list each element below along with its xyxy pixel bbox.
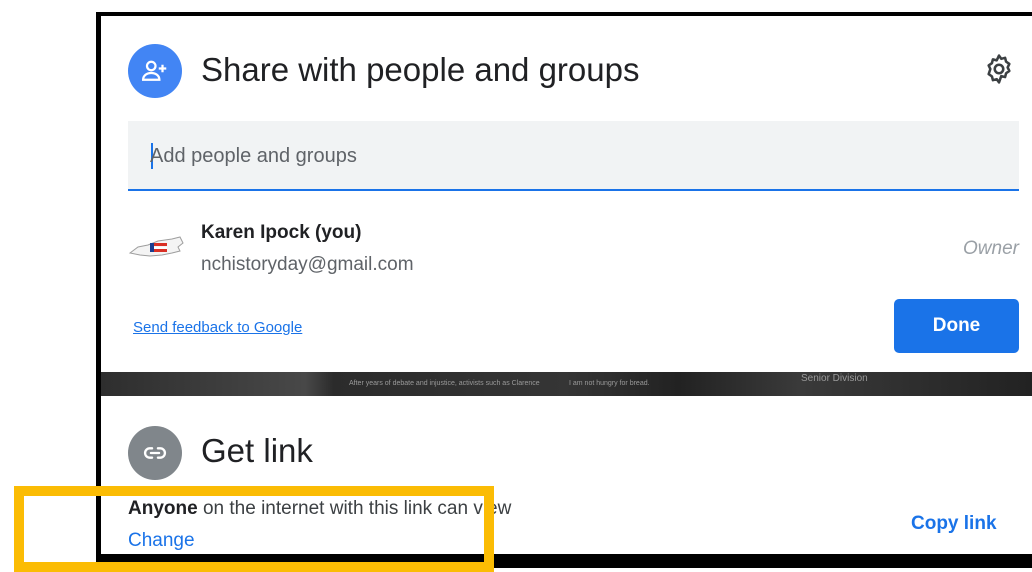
add-people-field[interactable]	[128, 121, 1019, 191]
get-link-dialog: Get link Anyone on the internet with thi…	[101, 396, 1032, 554]
settings-button[interactable]	[979, 51, 1019, 91]
person-email: nchistoryday@gmail.com	[201, 254, 414, 275]
access-detail: on the internet with this link can view	[202, 498, 512, 519]
person-name: Karen Ipock (you)	[201, 222, 362, 243]
gear-icon	[982, 52, 1016, 91]
send-feedback-link[interactable]: Send feedback to Google	[133, 319, 302, 336]
link-access-description: Anyone on the internet with this link ca…	[128, 498, 511, 520]
person-add-icon	[128, 44, 182, 98]
avatar	[128, 231, 186, 261]
background-text: Senior Division	[801, 373, 868, 384]
person-role: Owner	[963, 238, 1019, 259]
change-access-link[interactable]: Change	[128, 530, 195, 552]
copy-link-button[interactable]: Copy link	[911, 513, 997, 535]
access-scope: Anyone	[128, 498, 198, 519]
share-dialog-title: Share with people and groups	[201, 51, 640, 88]
get-link-title: Get link	[201, 432, 313, 469]
person-row: Karen Ipock (you) nchistoryday@gmail.com…	[128, 216, 1019, 286]
add-people-input[interactable]	[150, 139, 990, 173]
link-icon	[128, 426, 182, 480]
done-button[interactable]: Done	[894, 299, 1019, 353]
background-document-strip: After years of debate and injustice, act…	[101, 372, 1032, 396]
background-text: I am not hungry for bread.	[569, 380, 650, 387]
background-text: After years of debate and injustice, act…	[349, 380, 540, 387]
share-dialog: Share with people and groups Karen Ipock…	[101, 16, 1032, 372]
